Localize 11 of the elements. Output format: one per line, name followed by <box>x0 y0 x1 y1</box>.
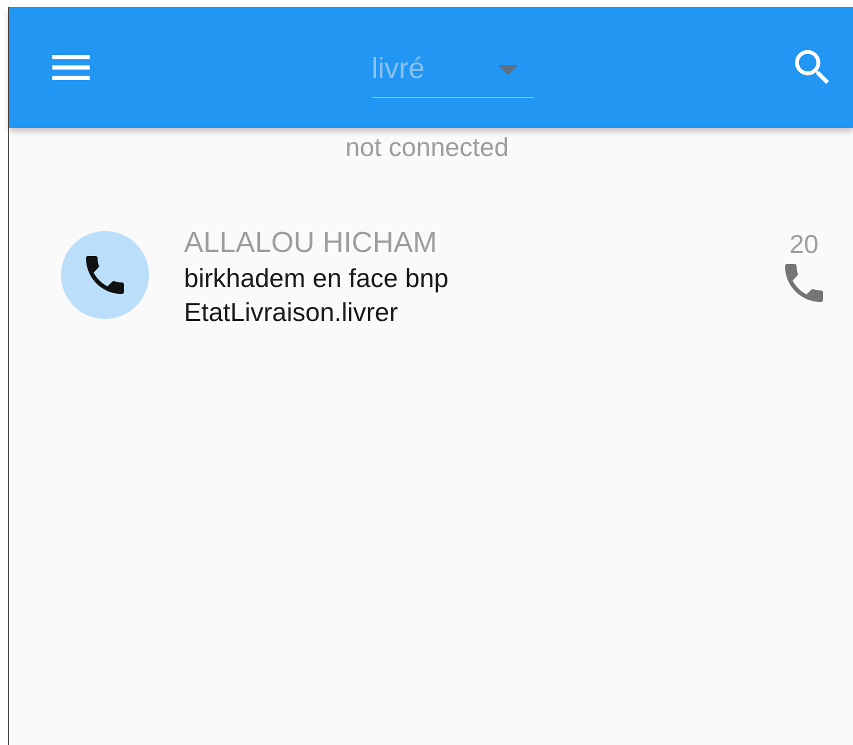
caret-icon <box>498 64 518 74</box>
item-count: 20 <box>790 229 818 260</box>
filter-dropdown[interactable]: livré <box>372 42 534 98</box>
menu-icon[interactable] <box>52 55 90 80</box>
phone-icon[interactable] <box>785 264 823 302</box>
delivery-status: EtatLivraison.livrer <box>184 296 399 329</box>
search-icon[interactable] <box>795 50 831 86</box>
delivery-address: birkhadem en face bnp <box>184 262 450 295</box>
customer-name: ALLALOU HICHAM <box>184 226 438 261</box>
phone-icon <box>86 256 124 294</box>
connection-status: not connected <box>344 132 510 163</box>
